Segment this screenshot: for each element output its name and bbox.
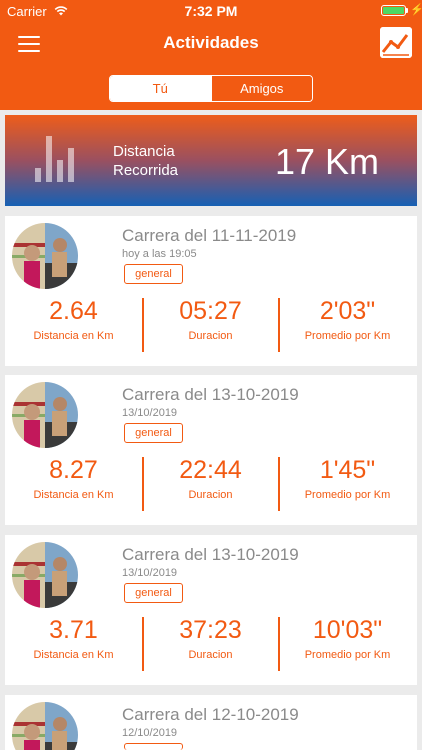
- duration-stat: 22:44 Duracion: [142, 456, 279, 501]
- distance-summary-card: Distancia Recorrida 17 Km: [5, 115, 417, 206]
- tab-segmented-control: Tú Amigos: [109, 75, 313, 102]
- activity-card[interactable]: Carrera del 13-10-2019 13/10/2019 genera…: [5, 535, 417, 685]
- pace-label: Promedio por Km: [304, 649, 391, 661]
- category-tag: general: [124, 264, 183, 284]
- duration-label: Duracion: [188, 489, 233, 501]
- distance-label: Distancia en Km: [33, 649, 114, 661]
- category-tag: general: [124, 423, 183, 443]
- pace-value: 1'45": [319, 456, 376, 484]
- pace-value: 2'03": [319, 297, 376, 325]
- activity-title: Carrera del 13-10-2019: [122, 545, 299, 564]
- pace-stat: 2'03" Promedio por Km: [279, 297, 416, 342]
- distance-value: 3.71: [49, 616, 98, 644]
- activity-title: Carrera del 11-11-2019: [122, 226, 297, 245]
- summary-label: Distancia Recorrida: [113, 142, 178, 180]
- pace-value: 10'03": [312, 616, 383, 644]
- status-time: 7:32 PM: [184, 3, 238, 19]
- activity-date: 13/10/2019: [122, 407, 178, 419]
- pace-label: Promedio por Km: [304, 489, 391, 501]
- avatar: [12, 702, 78, 750]
- activity-card[interactable]: Carrera del 12-10-2019 12/10/2019: [5, 695, 417, 750]
- avatar: [12, 223, 78, 289]
- duration-value: 22:44: [179, 456, 242, 484]
- distance-stat: 3.71 Distancia en Km: [5, 616, 142, 661]
- category-tag: [124, 743, 183, 750]
- duration-value: 37:23: [179, 616, 242, 644]
- app-header: Carrier 7:32 PM ⚡ Actividades Tú Amigos: [0, 0, 422, 110]
- avatar: [12, 382, 78, 448]
- tab-tu[interactable]: Tú: [110, 76, 211, 101]
- activity-card[interactable]: Carrera del 13-10-2019 13/10/2019 genera…: [5, 375, 417, 525]
- pace-stat: 10'03" Promedio por Km: [279, 616, 416, 661]
- pace-stat: 1'45" Promedio por Km: [279, 456, 416, 501]
- summary-distance-value: 17 Km: [274, 141, 379, 182]
- duration-stat: 05:27 Duracion: [142, 297, 279, 342]
- charging-bolt-icon: ⚡: [410, 4, 422, 16]
- distance-value: 2.64: [49, 297, 98, 325]
- distance-stat: 2.64 Distancia en Km: [5, 297, 142, 342]
- page-title: Actividades: [163, 33, 259, 52]
- battery-icon: [381, 5, 406, 16]
- tab-amigos[interactable]: Amigos: [210, 76, 312, 101]
- activity-card[interactable]: Carrera del 11-11-2019 hoy a las 19:05 g…: [5, 216, 417, 366]
- distance-label: Distancia en Km: [33, 489, 114, 501]
- activity-date: 12/10/2019: [122, 727, 178, 739]
- bar-chart-icon: [35, 136, 74, 182]
- pace-label: Promedio por Km: [304, 330, 391, 342]
- distance-label: Distancia en Km: [33, 330, 114, 342]
- battery-tip: [406, 8, 408, 13]
- line-chart-icon[interactable]: [380, 27, 412, 58]
- duration-value: 05:27: [179, 297, 242, 325]
- avatar: [12, 542, 78, 608]
- status-bar: Carrier 7:32 PM ⚡: [0, 0, 422, 22]
- category-tag: general: [124, 583, 183, 603]
- activity-title: Carrera del 12-10-2019: [122, 705, 299, 724]
- summary-label-line1: Distancia: [113, 143, 175, 160]
- activity-date: 13/10/2019: [122, 567, 178, 579]
- activity-title: Carrera del 13-10-2019: [122, 385, 299, 404]
- duration-label: Duracion: [188, 330, 233, 342]
- duration-label: Duracion: [188, 649, 233, 661]
- distance-stat: 8.27 Distancia en Km: [5, 456, 142, 501]
- summary-label-line2: Recorrida: [113, 162, 179, 179]
- distance-value: 8.27: [49, 456, 98, 484]
- activity-date: hoy a las 19:05: [122, 248, 197, 260]
- duration-stat: 37:23 Duracion: [142, 616, 279, 661]
